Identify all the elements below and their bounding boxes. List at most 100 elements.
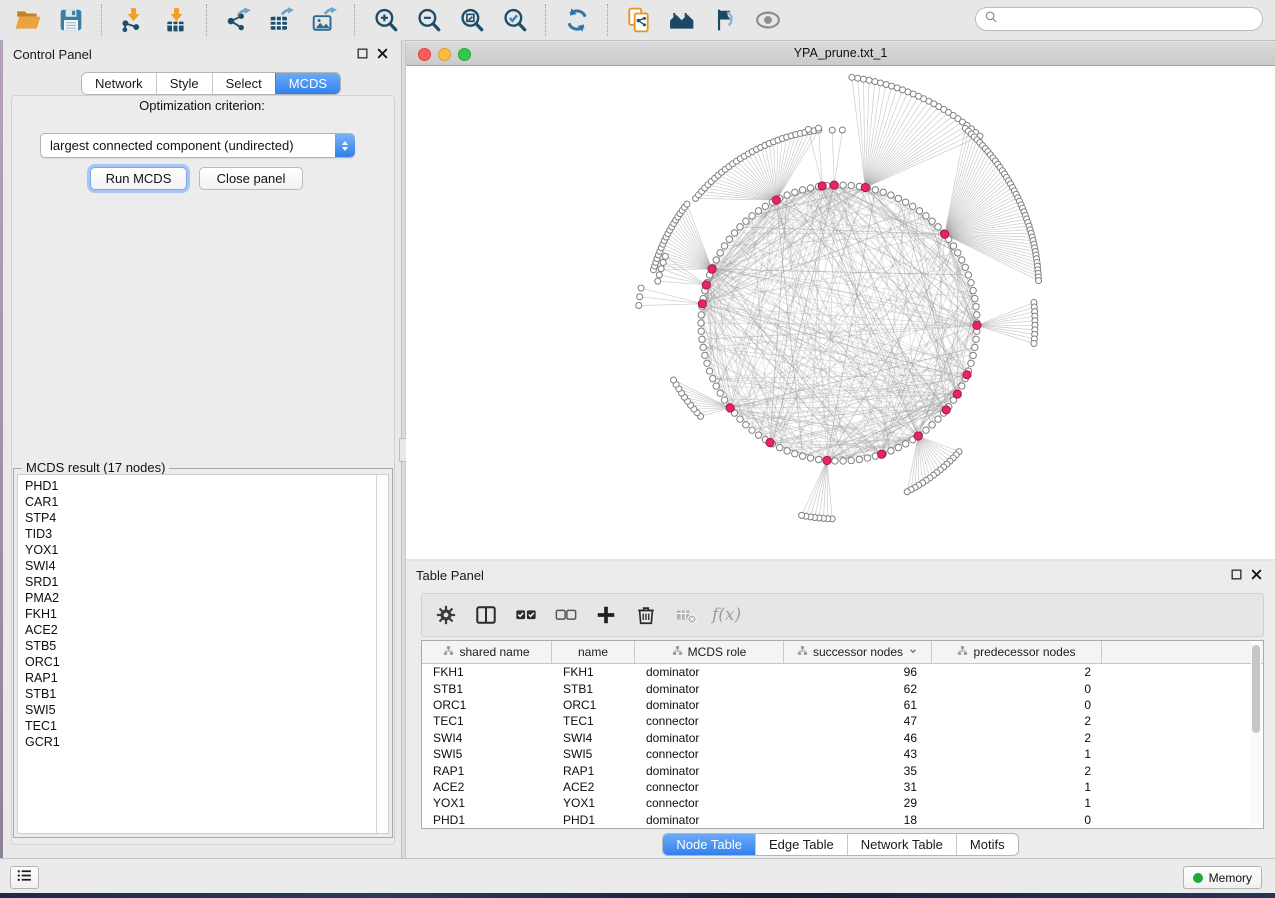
- table-cell[interactable]: RAP1: [422, 764, 552, 778]
- close-panel-button[interactable]: Close panel: [199, 167, 303, 190]
- tab-edge-table[interactable]: Edge Table: [755, 834, 847, 855]
- table-cell[interactable]: 62: [784, 682, 932, 696]
- criterion-select[interactable]: largest connected component (undirected): [40, 133, 355, 158]
- table-cell[interactable]: YOX1: [552, 796, 635, 810]
- network-titlebar[interactable]: YPA_prune.txt_1: [406, 42, 1275, 66]
- mcds-result-item[interactable]: STB5: [25, 638, 377, 654]
- table-cell[interactable]: STB1: [552, 682, 635, 696]
- mcds-result-item[interactable]: STB1: [25, 686, 377, 702]
- zoom-selected-icon[interactable]: [501, 7, 528, 34]
- table-cell[interactable]: RAP1: [552, 764, 635, 778]
- table-cell[interactable]: 46: [784, 731, 932, 745]
- table-cell[interactable]: TEC1: [422, 714, 552, 728]
- table-cell[interactable]: dominator: [635, 682, 784, 696]
- float-icon[interactable]: [356, 47, 369, 60]
- import-network-icon[interactable]: [119, 7, 146, 34]
- export-table-icon[interactable]: [267, 7, 294, 34]
- table-row[interactable]: RAP1RAP1dominator352: [422, 762, 1263, 778]
- table-row[interactable]: FKH1FKH1dominator962: [422, 664, 1263, 680]
- table-cell[interactable]: SWI4: [552, 731, 635, 745]
- tab-motifs[interactable]: Motifs: [956, 834, 1018, 855]
- table-cell[interactable]: ACE2: [422, 780, 552, 794]
- mcds-result-item[interactable]: STP4: [25, 510, 377, 526]
- mcds-result-item[interactable]: ORC1: [25, 654, 377, 670]
- columns-icon[interactable]: [474, 603, 498, 627]
- table-cell[interactable]: connector: [635, 714, 784, 728]
- table-cell[interactable]: 29: [784, 796, 932, 810]
- table-cell[interactable]: YOX1: [422, 796, 552, 810]
- table-cell[interactable]: FKH1: [422, 665, 552, 679]
- table-cell[interactable]: 0: [932, 813, 1102, 827]
- delete-icon[interactable]: [634, 603, 658, 627]
- deselect-all-icon[interactable]: [554, 603, 578, 627]
- table-row[interactable]: PHD1PHD1dominator180: [422, 812, 1263, 828]
- table-cell[interactable]: SWI5: [422, 747, 552, 761]
- table-cell[interactable]: PHD1: [422, 813, 552, 827]
- column-header-MCDS-role[interactable]: MCDS role: [635, 641, 784, 663]
- column-header-predecessor-nodes[interactable]: predecessor nodes: [932, 641, 1102, 663]
- table-cell[interactable]: 47: [784, 714, 932, 728]
- delete-table-icon[interactable]: [674, 603, 698, 627]
- gear-icon[interactable]: [434, 603, 458, 627]
- table-cell[interactable]: 61: [784, 698, 932, 712]
- table-cell[interactable]: dominator: [635, 813, 784, 827]
- table-cell[interactable]: connector: [635, 747, 784, 761]
- mcds-result-item[interactable]: SWI5: [25, 702, 377, 718]
- mcds-result-item[interactable]: TEC1: [25, 718, 377, 734]
- tab-select[interactable]: Select: [212, 73, 275, 94]
- table-cell[interactable]: 2: [932, 665, 1102, 679]
- zoom-out-icon[interactable]: [415, 7, 442, 34]
- mcds-result-item[interactable]: TID3: [25, 526, 377, 542]
- table-cell[interactable]: ACE2: [552, 780, 635, 794]
- export-image-icon[interactable]: [310, 7, 337, 34]
- table-cell[interactable]: 0: [932, 682, 1102, 696]
- mcds-result-item[interactable]: CAR1: [25, 494, 377, 510]
- refresh-icon[interactable]: [563, 7, 590, 34]
- table-cell[interactable]: dominator: [635, 665, 784, 679]
- search-box[interactable]: [975, 7, 1263, 31]
- mcds-result-item[interactable]: PHD1: [25, 478, 377, 494]
- table-cell[interactable]: 43: [784, 747, 932, 761]
- tab-network[interactable]: Network: [82, 73, 156, 94]
- zoom-in-icon[interactable]: [372, 7, 399, 34]
- column-header-name[interactable]: name: [552, 641, 635, 663]
- table-row[interactable]: ACE2ACE2connector311: [422, 779, 1263, 795]
- table-scrollbar[interactable]: [1251, 641, 1261, 826]
- mcds-result-item[interactable]: FKH1: [25, 606, 377, 622]
- eye-icon[interactable]: [754, 7, 781, 34]
- table-row[interactable]: YOX1YOX1connector291: [422, 795, 1263, 811]
- table-cell[interactable]: ORC1: [422, 698, 552, 712]
- mcds-result-item[interactable]: RAP1: [25, 670, 377, 686]
- table-cell[interactable]: connector: [635, 796, 784, 810]
- table-cell[interactable]: 1: [932, 747, 1102, 761]
- table-cell[interactable]: 1: [932, 780, 1102, 794]
- houses-icon[interactable]: [668, 7, 695, 34]
- table-row[interactable]: SWI4SWI4dominator462: [422, 730, 1263, 746]
- table-cell[interactable]: 1: [932, 796, 1102, 810]
- network-file-icon[interactable]: [625, 7, 652, 34]
- table-cell[interactable]: 2: [932, 714, 1102, 728]
- save-icon[interactable]: [57, 7, 84, 34]
- close-icon[interactable]: [376, 47, 389, 60]
- table-row[interactable]: SWI5SWI5connector431: [422, 746, 1263, 762]
- table-cell[interactable]: TEC1: [552, 714, 635, 728]
- table-cell[interactable]: 31: [784, 780, 932, 794]
- tab-network-table[interactable]: Network Table: [847, 834, 956, 855]
- flag-icon[interactable]: [711, 7, 738, 34]
- table-cell[interactable]: dominator: [635, 764, 784, 778]
- mcds-result-item[interactable]: PMA2: [25, 590, 377, 606]
- table-row[interactable]: ORC1ORC1dominator610: [422, 697, 1263, 713]
- table-row[interactable]: TEC1TEC1connector472: [422, 713, 1263, 729]
- table-cell[interactable]: ORC1: [552, 698, 635, 712]
- table-cell[interactable]: 2: [932, 731, 1102, 745]
- mcds-result-item[interactable]: SWI4: [25, 558, 377, 574]
- table-cell[interactable]: 96: [784, 665, 932, 679]
- mcds-result-item[interactable]: ACE2: [25, 622, 377, 638]
- table-cell[interactable]: connector: [635, 780, 784, 794]
- add-icon[interactable]: [594, 603, 618, 627]
- open-file-icon[interactable]: [14, 7, 41, 34]
- table-cell[interactable]: PHD1: [552, 813, 635, 827]
- mcds-result-item[interactable]: GCR1: [25, 734, 377, 750]
- tab-mcds[interactable]: MCDS: [275, 73, 340, 94]
- mcds-result-item[interactable]: SRD1: [25, 574, 377, 590]
